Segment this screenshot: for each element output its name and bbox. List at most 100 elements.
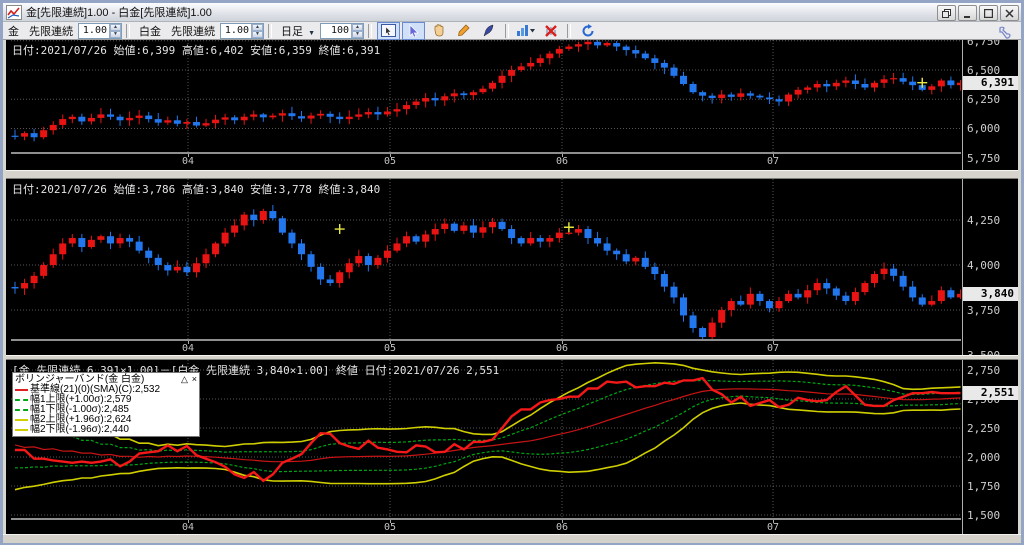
candle <box>708 95 716 99</box>
platinum-x-axis: 04 05 06 07 <box>11 340 961 355</box>
spin-up-icon[interactable]: ▲ <box>252 23 263 31</box>
panel-divider[interactable] <box>6 170 1018 179</box>
candle <box>231 117 239 121</box>
maximize-button[interactable] <box>979 5 998 21</box>
candle <box>326 113 334 117</box>
app-window: 金[先限連続]1.00 - 白金[先限連続]1.00 金 先限連続 1.00 ▲… <box>0 0 1024 545</box>
candle <box>450 223 458 231</box>
candle <box>250 114 258 117</box>
candle <box>269 211 277 219</box>
candle <box>431 98 439 101</box>
timeframe-dropdown[interactable]: 日足 ▼ <box>281 23 315 39</box>
gold-multiplier-spinner[interactable]: 1.00 ▲ ▼ <box>78 22 122 39</box>
toolbar-separator <box>505 23 509 38</box>
candle <box>383 250 391 258</box>
candle <box>21 283 29 289</box>
candle <box>937 290 945 302</box>
bar-count-spinner[interactable]: 100 ▲ ▼ <box>320 22 364 39</box>
panel-divider[interactable] <box>6 355 1018 360</box>
platinum-multiplier-spinner[interactable]: 1.00 ▲ ▼ <box>220 22 264 39</box>
candle <box>135 241 143 251</box>
candle <box>336 116 344 120</box>
candle <box>651 266 659 275</box>
spin-down-icon[interactable]: ▼ <box>352 30 363 38</box>
candle <box>689 315 697 329</box>
candle <box>813 83 821 88</box>
candle <box>536 58 544 63</box>
candle <box>641 257 649 267</box>
platinum-candlestick-plot[interactable] <box>11 179 961 340</box>
candle <box>269 115 277 118</box>
legend-collapse-icon[interactable]: △ <box>181 374 188 384</box>
draw-pen-button[interactable] <box>477 22 500 40</box>
candle <box>632 50 640 54</box>
legend-close-icon[interactable]: × <box>192 374 197 384</box>
candle <box>97 114 105 118</box>
candle <box>765 301 773 309</box>
candle <box>298 116 305 119</box>
delete-indicator-button[interactable] <box>539 22 562 40</box>
candle <box>345 263 353 273</box>
cursor-cross-icon <box>563 222 574 233</box>
candle <box>460 225 468 231</box>
refresh-button[interactable] <box>576 22 599 40</box>
candle <box>689 83 697 93</box>
month-label: 04 <box>182 156 195 167</box>
spin-down-icon[interactable]: ▼ <box>110 30 121 38</box>
candle <box>326 279 334 284</box>
box-select-button[interactable] <box>377 21 400 40</box>
candle <box>508 229 516 239</box>
candle <box>727 301 735 311</box>
candle <box>574 44 582 47</box>
candle <box>154 119 162 123</box>
month-label: 05 <box>384 343 397 354</box>
settings-button[interactable] <box>993 23 1016 41</box>
candle <box>87 239 95 248</box>
candle <box>173 120 181 124</box>
candle <box>737 93 745 97</box>
platinum-multiplier-value: 1.00 <box>224 24 249 36</box>
draw-pencil-button[interactable] <box>452 22 475 40</box>
candle <box>250 214 258 221</box>
candle <box>183 122 191 124</box>
legend-swatch-icon <box>15 419 28 421</box>
spin-down-icon[interactable]: ▼ <box>252 30 263 38</box>
candle <box>546 53 554 59</box>
month-label: 06 <box>556 522 569 533</box>
gold-chart-panel[interactable]: 日付:2021/07/26 始値:6,399 高値:6,402 安値:6,359… <box>6 40 1018 170</box>
candle <box>469 92 477 96</box>
spin-up-icon[interactable]: ▲ <box>110 23 121 31</box>
spread-x-axis: 04 05 06 07 <box>11 519 961 534</box>
minimize-button[interactable] <box>958 5 977 21</box>
candle <box>307 115 315 119</box>
candle <box>479 88 487 93</box>
pan-tool-button[interactable] <box>427 22 450 40</box>
month-label: 07 <box>767 156 780 167</box>
new-window-button[interactable] <box>937 5 956 21</box>
month-label: 07 <box>767 522 780 533</box>
close-button[interactable] <box>1000 5 1019 21</box>
candle <box>183 266 191 273</box>
candle <box>632 257 640 262</box>
candle <box>937 80 945 87</box>
candle <box>59 243 67 255</box>
candle <box>670 67 678 76</box>
platinum-chart-panel[interactable]: 日付:2021/07/26 始値:3,786 高値:3,840 安値:3,778… <box>6 179 1018 355</box>
candle <box>517 66 525 70</box>
candle <box>641 53 649 59</box>
candle <box>317 266 325 280</box>
candle <box>40 130 48 138</box>
spread-bollinger-panel[interactable]: [金 先限連続 6,391×1.00]－[白金 先限連続 3,840×1.00]… <box>6 360 1018 534</box>
spin-up-icon[interactable]: ▲ <box>352 23 363 31</box>
candle <box>240 214 248 226</box>
candle <box>832 82 840 87</box>
chart-type-button[interactable] <box>514 22 537 40</box>
candle <box>383 111 391 115</box>
candle <box>660 274 668 287</box>
cursor-tool-button[interactable] <box>402 21 425 40</box>
y-tick-label: 6,250 <box>967 93 1001 107</box>
candle <box>59 119 67 125</box>
candle <box>699 92 707 96</box>
candle <box>746 293 754 305</box>
gold-series-label: 先限連続 <box>29 25 73 38</box>
